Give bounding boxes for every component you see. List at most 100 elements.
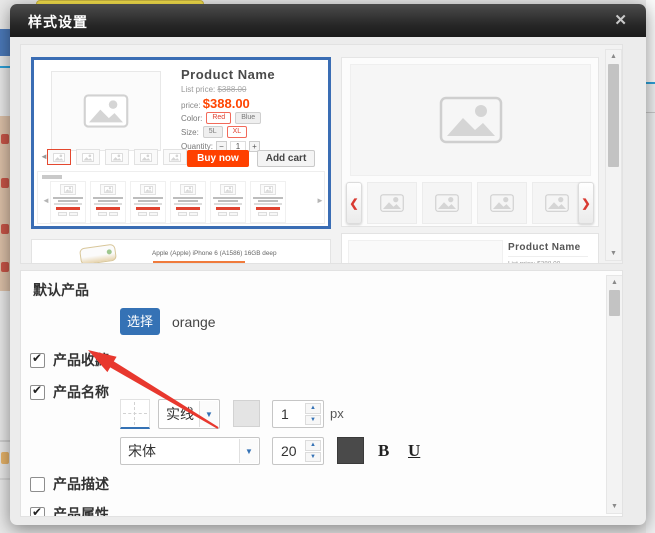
favorite-checkbox[interactable]: ✔ xyxy=(30,353,45,368)
price-row: price: $388.00 xyxy=(181,96,250,111)
color-label: Color: xyxy=(181,114,202,123)
mini-price-line xyxy=(96,207,119,210)
mini-text-line xyxy=(133,197,163,199)
scrollbar-thumb[interactable] xyxy=(608,64,619,167)
image-placeholder-icon xyxy=(380,194,404,212)
spin-up-icon[interactable]: ▲ xyxy=(305,440,321,451)
select-product-button[interactable]: 选择 xyxy=(120,308,160,335)
close-icon[interactable]: ✕ xyxy=(614,11,627,29)
background-blue-line xyxy=(0,66,10,68)
gallery-thumbnail[interactable] xyxy=(422,182,472,224)
mini-text-line xyxy=(54,203,81,205)
thumbnail-item[interactable] xyxy=(163,149,187,165)
related-card-list xyxy=(50,181,286,223)
template-option-detail-selected[interactable]: Product Name List price: $388.00 price: … xyxy=(31,57,331,229)
scroll-up-icon[interactable]: ▲ xyxy=(607,276,622,289)
related-product-card[interactable] xyxy=(90,181,126,223)
thumbnail-item[interactable] xyxy=(47,149,71,165)
background-image-fragment xyxy=(1,452,9,464)
description-checkbox[interactable] xyxy=(30,477,45,492)
related-product-card[interactable] xyxy=(170,181,206,223)
thumbnail-item[interactable] xyxy=(134,149,158,165)
mini-text-line xyxy=(253,197,283,199)
size-option-xl[interactable]: XL xyxy=(227,126,248,138)
image-placeholder-icon xyxy=(490,194,514,212)
template-option-gallery[interactable]: ❮ xyxy=(341,57,599,227)
border-color-swatch[interactable] xyxy=(233,400,260,427)
gallery-thumbnail[interactable] xyxy=(477,182,527,224)
border-width-value: 1 xyxy=(281,406,289,422)
add-cart-button[interactable]: Add cart xyxy=(257,150,315,167)
mini-text-line xyxy=(94,203,121,205)
product-image-placeholder xyxy=(51,71,161,151)
related-next-icon[interactable]: ► xyxy=(316,196,324,205)
mini-text-line xyxy=(134,203,161,205)
mini-text-line xyxy=(53,197,83,199)
image-placeholder-icon xyxy=(60,184,76,195)
image-placeholder-icon xyxy=(439,96,503,144)
dropdown-button[interactable]: ▼ xyxy=(199,401,218,427)
form-scrollbar[interactable]: ▲ ▼ xyxy=(606,275,623,514)
background-right-white xyxy=(646,0,655,82)
font-family-select[interactable]: 宋体 ▼ xyxy=(120,437,260,465)
color-option-blue[interactable]: Blue xyxy=(235,112,261,124)
spin-down-icon[interactable]: ▼ xyxy=(305,452,321,463)
scroll-down-icon[interactable]: ▼ xyxy=(606,247,621,260)
mini-text-line xyxy=(214,203,241,205)
mini-price-line xyxy=(56,207,79,210)
mini-text-line xyxy=(213,197,243,199)
price-label: price: xyxy=(181,101,201,110)
related-product-card[interactable] xyxy=(50,181,86,223)
mini-price-line xyxy=(256,207,279,210)
gallery-prev-button[interactable]: ❮ xyxy=(346,182,362,224)
gallery-thumbnail[interactable] xyxy=(367,182,417,224)
bold-button[interactable]: B xyxy=(378,441,389,461)
spin-down-icon[interactable]: ▼ xyxy=(305,415,321,426)
scroll-up-icon[interactable]: ▲ xyxy=(606,50,621,63)
mini-price-line xyxy=(136,207,159,210)
scrollbar-thumb[interactable] xyxy=(609,290,620,316)
background-banner-fragment xyxy=(0,116,10,291)
attribute-checkbox[interactable]: ✔ xyxy=(30,507,45,518)
related-product-card[interactable] xyxy=(250,181,286,223)
name-checkbox[interactable]: ✔ xyxy=(30,385,45,400)
color-option-red[interactable]: Red xyxy=(206,112,231,124)
related-label-placeholder xyxy=(42,175,62,179)
underline-button[interactable]: U xyxy=(408,441,420,461)
dropdown-button[interactable]: ▼ xyxy=(239,439,258,463)
thumbnail-item[interactable] xyxy=(105,149,129,165)
spinner-arrows: ▲ ▼ xyxy=(305,403,321,425)
thumbnail-item[interactable] xyxy=(76,149,100,165)
image-placeholder-icon xyxy=(169,153,181,162)
scroll-down-icon[interactable]: ▼ xyxy=(607,500,622,513)
related-prev-icon[interactable]: ◄ xyxy=(42,196,50,205)
iphone-image xyxy=(79,244,117,264)
template-option-iphone[interactable]: Apple (Apple) iPhone 6 (A1586) 16GB deep xyxy=(31,239,331,264)
size-label: Size: xyxy=(181,128,199,137)
border-width-spinner[interactable]: 1 ▲ ▼ xyxy=(272,400,324,428)
border-side-picker[interactable] xyxy=(120,399,150,429)
related-product-card[interactable] xyxy=(210,181,246,223)
related-product-card[interactable] xyxy=(130,181,166,223)
preview-scrollbar[interactable]: ▲ ▼ xyxy=(605,49,622,261)
gallery-thumbnail[interactable] xyxy=(532,182,582,224)
dialog-header: 样式设置 ✕ xyxy=(10,4,646,37)
mini-controls xyxy=(171,212,205,216)
dialog-title: 样式设置 xyxy=(28,12,88,32)
list-price-row: List price: $388.00 xyxy=(181,85,246,94)
font-color-swatch[interactable] xyxy=(337,437,364,464)
border-style-select[interactable]: 实线 ▼ xyxy=(158,399,220,429)
gallery-next-button[interactable]: ❯ xyxy=(578,182,594,224)
image-placeholder-icon xyxy=(220,184,236,195)
spin-up-icon[interactable]: ▲ xyxy=(305,403,321,414)
size-option-5l[interactable]: 5L xyxy=(203,126,223,138)
template-option-detail2[interactable]: Product Name List price: $388.00 xyxy=(341,233,599,264)
buy-now-button[interactable]: Buy now xyxy=(187,150,249,167)
mini-text-line xyxy=(173,197,203,199)
description-label: 产品描述 xyxy=(53,474,109,494)
gallery-image-placeholder xyxy=(350,64,591,176)
font-size-spinner[interactable]: 20 ▲ ▼ xyxy=(272,437,324,465)
mini-controls xyxy=(211,212,245,216)
mini-text-line xyxy=(138,200,158,202)
list-price-label: List price: xyxy=(181,85,215,94)
